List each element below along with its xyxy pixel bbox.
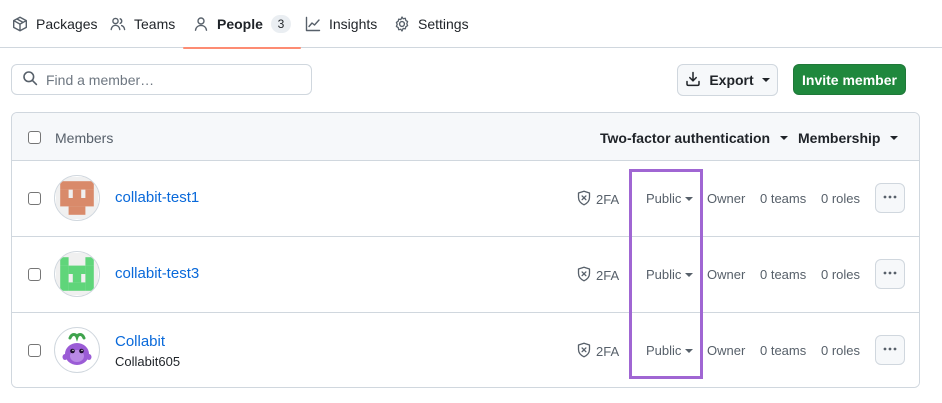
- tab-label: Insights: [329, 16, 378, 32]
- search-input[interactable]: [46, 71, 296, 88]
- kebab-horizontal-icon: [882, 341, 898, 360]
- export-label: Export: [709, 72, 754, 88]
- two-factor-filter[interactable]: Two-factor authentication: [600, 130, 789, 146]
- member-name-link[interactable]: collabit-test3: [115, 265, 199, 282]
- chevron-down-icon: [761, 78, 770, 82]
- chevron-down-icon: [780, 136, 789, 140]
- members-table: Members Two-factor authentication Member…: [11, 112, 920, 388]
- gear-icon: [394, 16, 410, 32]
- download-icon: [685, 71, 701, 90]
- tab-label: People: [217, 16, 263, 32]
- membership-filter[interactable]: Membership: [798, 130, 899, 146]
- tab-label: Packages: [36, 16, 98, 32]
- chevron-down-icon: [685, 196, 694, 201]
- two-factor-status: 2FA: [576, 190, 619, 209]
- export-button[interactable]: Export: [677, 64, 778, 96]
- table-row: collabit-test1 2FA Public Owner 0 teams …: [12, 161, 919, 237]
- two-factor-label: 2FA: [596, 192, 620, 207]
- select-all-checkbox[interactable]: [28, 131, 41, 144]
- row-checkbox[interactable]: [28, 192, 41, 205]
- two-factor-label: 2FA: [596, 268, 620, 283]
- table-row: collabit-test3 2FA Public Owner 0 teams …: [12, 237, 919, 313]
- roles-count-link[interactable]: 0 roles: [821, 343, 860, 358]
- members-column-header: Members: [55, 130, 114, 146]
- member-name-link[interactable]: Collabit: [115, 333, 165, 350]
- tab-teams[interactable]: Teams: [110, 0, 175, 48]
- chevron-down-icon: [685, 272, 694, 277]
- table-header: Members Two-factor authentication Member…: [12, 113, 919, 161]
- invite-member-button[interactable]: Invite member: [793, 64, 906, 95]
- two-factor-status: 2FA: [576, 342, 619, 361]
- tab-settings[interactable]: Settings: [394, 0, 469, 48]
- teams-count-link[interactable]: 0 teams: [760, 267, 806, 282]
- visibility-dropdown[interactable]: Public: [646, 343, 694, 358]
- member-name-link[interactable]: collabit-test1: [115, 189, 199, 206]
- teams-count-link[interactable]: 0 teams: [760, 191, 806, 206]
- visibility-label: Public: [646, 191, 682, 206]
- visibility-dropdown[interactable]: Public: [646, 191, 694, 206]
- role-label: Owner: [707, 191, 746, 206]
- tab-people[interactable]: People 3: [183, 0, 301, 49]
- tab-packages[interactable]: Packages: [12, 0, 97, 48]
- row-actions-button[interactable]: [875, 259, 905, 289]
- roles-count-link[interactable]: 0 roles: [821, 191, 860, 206]
- teams-count-link[interactable]: 0 teams: [760, 343, 806, 358]
- role-label: Owner: [707, 267, 746, 282]
- row-checkbox[interactable]: [28, 268, 41, 281]
- shield-x-icon: [576, 266, 592, 285]
- shield-x-icon: [576, 342, 592, 361]
- search-icon: [22, 70, 38, 89]
- two-factor-filter-label: Two-factor authentication: [600, 130, 771, 146]
- member-search[interactable]: [11, 64, 312, 95]
- avatar[interactable]: [54, 175, 100, 221]
- graph-icon: [305, 16, 321, 32]
- table-row: Collabit Collabit605 2FA Public Owner 0 …: [12, 313, 919, 387]
- visibility-label: Public: [646, 343, 682, 358]
- visibility-dropdown[interactable]: Public: [646, 267, 694, 282]
- kebab-horizontal-icon: [882, 265, 898, 284]
- row-checkbox[interactable]: [28, 344, 41, 357]
- person-icon: [193, 16, 209, 32]
- role-label: Owner: [707, 343, 746, 358]
- two-factor-status: 2FA: [576, 266, 619, 285]
- visibility-label: Public: [646, 267, 682, 282]
- shield-x-icon: [576, 190, 592, 209]
- roles-count-link[interactable]: 0 roles: [821, 267, 860, 282]
- tab-label: Teams: [134, 16, 176, 32]
- tab-label: Settings: [418, 16, 469, 32]
- org-nav: Packages Teams People 3 Insights Setting…: [0, 0, 942, 49]
- member-username: Collabit605: [115, 354, 181, 369]
- chevron-down-icon: [890, 136, 899, 140]
- membership-filter-label: Membership: [798, 130, 881, 146]
- avatar[interactable]: [54, 251, 100, 297]
- package-icon: [12, 16, 28, 32]
- row-actions-button[interactable]: [875, 335, 905, 365]
- tab-insights[interactable]: Insights: [305, 0, 377, 48]
- people-icon: [110, 16, 126, 32]
- kebab-horizontal-icon: [882, 189, 898, 208]
- chevron-down-icon: [685, 348, 694, 353]
- people-count-badge: 3: [270, 15, 291, 33]
- avatar[interactable]: [54, 327, 100, 373]
- row-actions-button[interactable]: [875, 183, 905, 213]
- two-factor-label: 2FA: [596, 344, 620, 359]
